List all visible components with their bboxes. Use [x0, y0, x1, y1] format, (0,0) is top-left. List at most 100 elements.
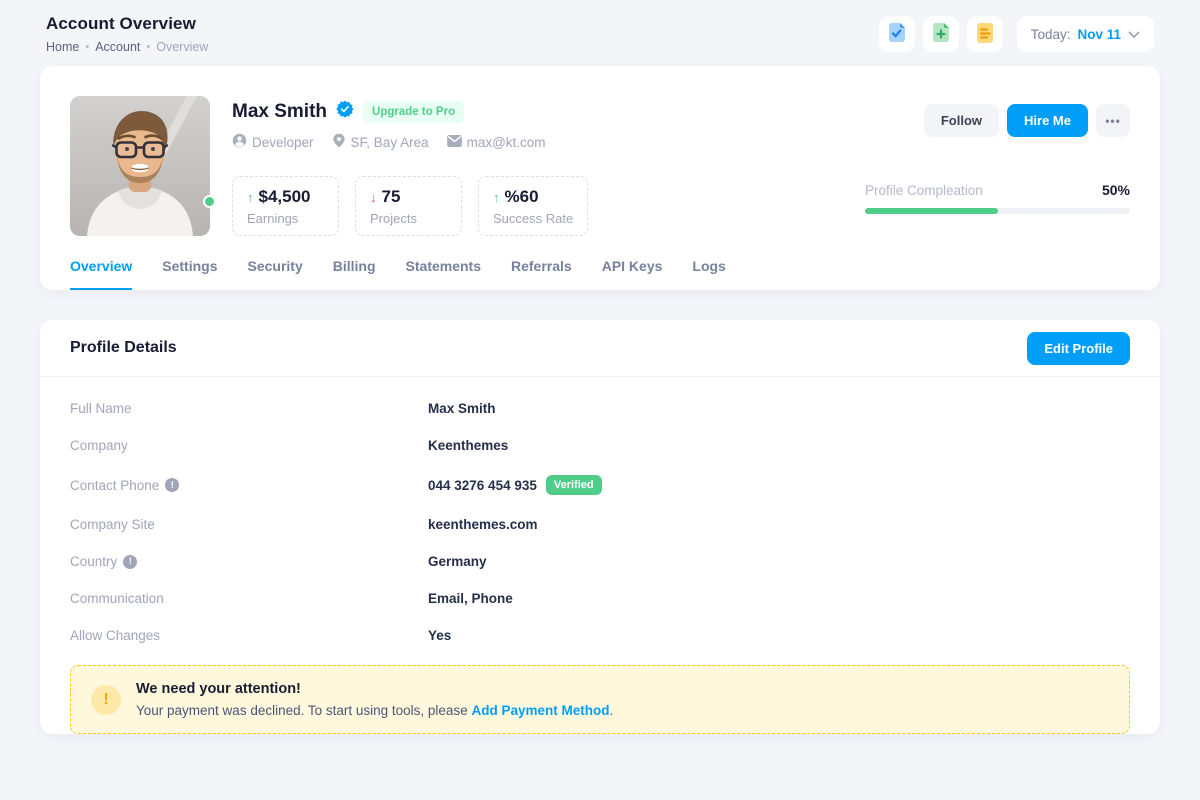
row-communication: Communication Email, Phone: [70, 591, 1130, 606]
alert-title: We need your attention!: [136, 681, 613, 697]
stat-earnings-value: $4,500: [259, 187, 311, 207]
follow-button[interactable]: Follow: [924, 104, 999, 137]
profile-name[interactable]: Max Smith: [232, 101, 327, 123]
verified-badge: Verified: [546, 475, 602, 495]
profile-completion: Profile Compleation 50%: [865, 182, 1130, 214]
stat-projects-label: Projects: [370, 211, 447, 226]
row-value: Email, Phone: [428, 591, 513, 606]
arrow-up-icon: ↑: [493, 190, 500, 205]
alert-content: We need your attention! Your payment was…: [136, 681, 613, 718]
profile-stats: ↑$4,500 Earnings ↓75 Projects ↑%60 Succe…: [232, 176, 843, 236]
payment-warning-alert: ! We need your attention! Your payment w…: [70, 665, 1130, 734]
more-options-button[interactable]: •••: [1096, 104, 1130, 137]
mail-icon: [447, 135, 462, 150]
doc-plus-icon: [930, 22, 952, 47]
info-icon[interactable]: !: [165, 478, 179, 492]
breadcrumb-account[interactable]: Account: [95, 40, 140, 54]
doc-lines-button[interactable]: [967, 16, 1003, 52]
details-title: Profile Details: [70, 339, 177, 357]
tab-referrals[interactable]: Referrals: [511, 246, 572, 290]
row-value[interactable]: keenthemes.com: [428, 517, 538, 532]
today-value: Nov 11: [1077, 27, 1121, 42]
meta-role-label: Developer: [252, 135, 314, 150]
name-row: Max Smith Upgrade to Pro: [232, 100, 843, 123]
row-value: Yes: [428, 628, 451, 643]
page-heading: Account Overview Home• Account• Overview: [46, 14, 208, 54]
page-title: Account Overview: [46, 14, 208, 34]
row-value: Keenthemes: [428, 438, 508, 453]
row-full-name: Full Name Max Smith: [70, 401, 1130, 416]
doc-lines-icon: [974, 22, 996, 47]
meta-role[interactable]: Developer: [232, 133, 314, 151]
upgrade-to-pro-badge[interactable]: Upgrade to Pro: [363, 101, 464, 123]
tab-logs[interactable]: Logs: [692, 246, 725, 290]
row-label: Contact Phone !: [70, 478, 428, 493]
row-contact-phone: Contact Phone ! 044 3276 454 935 Verifie…: [70, 475, 1130, 495]
doc-plus-button[interactable]: [923, 16, 959, 52]
row-label: Allow Changes: [70, 628, 428, 643]
topbar-actions: Today: Nov 11: [879, 16, 1154, 52]
profile-top: Max Smith Upgrade to Pro Developer SF, B…: [40, 66, 1160, 236]
stat-earnings: ↑ $4,500 Earnings: [232, 176, 339, 236]
stat-earnings-label: Earnings: [247, 211, 324, 226]
alert-message: Your payment was declined. To start usin…: [136, 703, 613, 718]
topbar: Account Overview Home• Account• Overview…: [0, 0, 1200, 66]
details-rows: Full Name Max Smith Company Keenthemes C…: [40, 377, 1160, 643]
profile-meta: Developer SF, Bay Area max@kt.com: [232, 133, 843, 151]
breadcrumb: Home• Account• Overview: [46, 40, 208, 54]
row-label: Company Site: [70, 517, 428, 532]
details-header: Profile Details Edit Profile: [40, 320, 1160, 377]
tab-billing[interactable]: Billing: [333, 246, 376, 290]
today-label: Today:: [1031, 27, 1071, 42]
main-content: Max Smith Upgrade to Pro Developer SF, B…: [0, 66, 1200, 734]
row-label: Company: [70, 438, 428, 453]
stat-success-rate-value: %60: [505, 187, 539, 207]
profile-details-card: Profile Details Edit Profile Full Name M…: [40, 320, 1160, 734]
info-icon[interactable]: !: [123, 555, 137, 569]
tab-settings[interactable]: Settings: [162, 246, 217, 290]
stat-projects: ↓ 75 Projects: [355, 176, 462, 236]
row-label: Country !: [70, 554, 428, 569]
breadcrumb-separator: •: [85, 41, 89, 53]
row-value: Max Smith: [428, 401, 496, 416]
verified-seal-icon[interactable]: [336, 100, 354, 123]
meta-location-label: SF, Bay Area: [351, 135, 429, 150]
pin-icon: [332, 133, 346, 151]
user-icon: [232, 133, 247, 151]
meta-email[interactable]: max@kt.com: [447, 135, 546, 150]
tab-overview[interactable]: Overview: [70, 246, 132, 290]
progress-track: [865, 208, 1130, 214]
row-allow-changes: Allow Changes Yes: [70, 628, 1130, 643]
tab-api-keys[interactable]: API Keys: [602, 246, 663, 290]
arrow-up-icon: ↑: [247, 190, 254, 205]
row-value: 044 3276 454 935: [428, 478, 537, 493]
date-selector[interactable]: Today: Nov 11: [1017, 16, 1154, 52]
stat-success-rate: ↑%60 Success Rate: [478, 176, 588, 236]
progress-fill: [865, 208, 998, 214]
arrow-down-icon: ↓: [370, 190, 377, 205]
warning-icon: !: [91, 685, 121, 715]
doc-check-button[interactable]: [879, 16, 915, 52]
row-label: Communication: [70, 591, 428, 606]
avatar: [70, 96, 210, 236]
tab-security[interactable]: Security: [248, 246, 303, 290]
account-tabs: Overview Settings Security Billing State…: [40, 246, 1160, 290]
profile-completion-value: 50%: [1102, 182, 1130, 198]
row-country: Country ! Germany: [70, 554, 1130, 569]
edit-profile-button[interactable]: Edit Profile: [1027, 332, 1130, 365]
row-company: Company Keenthemes: [70, 438, 1130, 453]
breadcrumb-home[interactable]: Home: [46, 40, 79, 54]
meta-location[interactable]: SF, Bay Area: [332, 133, 429, 151]
profile-summary-card: Max Smith Upgrade to Pro Developer SF, B…: [40, 66, 1160, 290]
add-payment-method-link[interactable]: Add Payment Method: [471, 703, 609, 718]
profile-actions-column: Follow Hire Me ••• Profile Compleation 5…: [865, 96, 1130, 236]
stat-projects-value: 75: [382, 187, 401, 207]
tab-statements[interactable]: Statements: [406, 246, 481, 290]
doc-check-icon: [886, 22, 908, 47]
hire-me-button[interactable]: Hire Me: [1007, 104, 1088, 137]
profile-info: Max Smith Upgrade to Pro Developer SF, B…: [232, 96, 843, 236]
profile-completion-label: Profile Compleation: [865, 183, 983, 198]
avatar-image: [70, 96, 210, 236]
breadcrumb-separator: •: [146, 41, 150, 53]
online-status-dot: [203, 195, 216, 208]
